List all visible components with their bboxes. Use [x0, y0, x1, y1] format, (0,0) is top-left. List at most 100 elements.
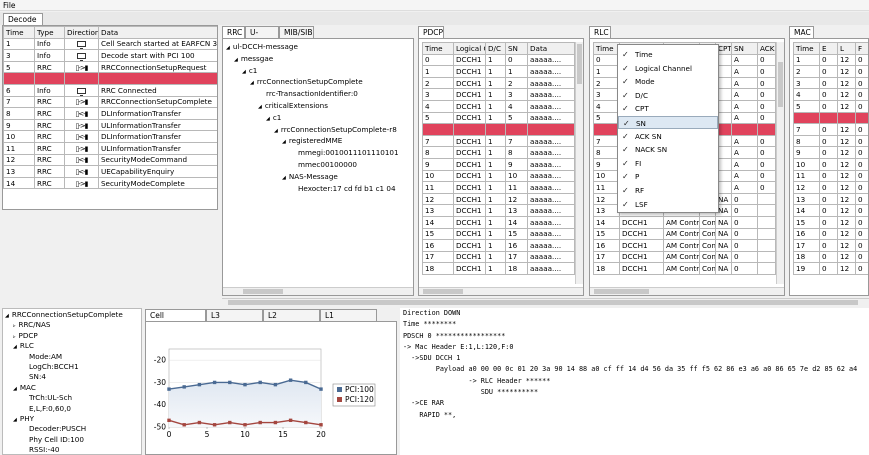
pdcp-row[interactable]: 2 DCCH1 1 2 aaaaa.... [422, 76, 575, 90]
rlc-column-menu-item[interactable]: ✓ P [618, 170, 718, 183]
mac-col-header[interactable]: F [855, 42, 868, 55]
detail-tree-node[interactable]: SN:4 [5, 372, 123, 382]
expand-toggle-icon[interactable]: ◢ [282, 139, 286, 145]
log-col-header[interactable]: Time [3, 26, 35, 39]
expand-toggle-icon[interactable]: ◢ [234, 57, 238, 63]
tab-cell-information[interactable]: Cell Information [145, 309, 206, 329]
rlc-row[interactable]: 17 DCCH1 AM Contr Con NA 0 [593, 250, 776, 264]
main-h-scrollbar[interactable] [222, 298, 869, 306]
log-row[interactable]: 13 RRC ▯<-▮ UECapabilityEnquiry [3, 165, 217, 178]
rlc-row[interactable]: 18 DCCH1 AM Contr Con NA 0 [593, 262, 776, 275]
log-row[interactable]: 3 Info Decode start with PCI 100 [3, 49, 217, 62]
mac-col-header[interactable]: E [819, 42, 838, 55]
rlc-h-scroll-thumb[interactable] [594, 289, 649, 294]
detail-tree-node[interactable]: LogCh:BCCH1 [5, 362, 123, 372]
rlc-col-header[interactable]: ACK [757, 42, 776, 55]
pdcp-row[interactable]: 11 DCCH1 1 11 aaaaa.... [422, 181, 575, 194]
expand-toggle-icon[interactable]: ◢ [266, 116, 270, 122]
expand-toggle-icon[interactable]: ▹ [13, 334, 16, 340]
expand-toggle-icon[interactable]: ◢ [13, 344, 17, 350]
pdcp-row[interactable]: 7 DCCH1 1 7 aaaaa.... [422, 134, 575, 148]
mac-row[interactable]: 14 0 12 0 [793, 204, 868, 217]
rlc-row[interactable]: 14 DCCH1 AM Contr Con NA 0 [593, 215, 776, 229]
pdcp-h-scroll-thumb[interactable] [423, 289, 463, 294]
tab-mib-sib[interactable]: MIB/SIB [279, 26, 314, 38]
mac-row[interactable]: 1 0 12 0 [793, 53, 868, 67]
log-row[interactable]: 1 Info Cell Search started at EARFCN 348 [3, 37, 217, 51]
rrc-tree-node[interactable]: ◢ c1 [226, 112, 399, 124]
pdcp-v-scroll-thumb[interactable] [577, 44, 582, 84]
pdcp-col-header[interactable]: SN [505, 42, 528, 55]
pdcp-row[interactable]: 12 DCCH1 1 12 aaaaa.... [422, 192, 575, 206]
pdcp-row[interactable]: 3 DCCH1 1 3 aaaaa.... [422, 88, 575, 101]
pdcp-row[interactable]: 14 DCCH1 1 14 aaaaa.... [422, 215, 575, 229]
pdcp-row[interactable]: 6 DCCH1 1 6 aaaaa.... [422, 123, 575, 136]
mac-row[interactable]: 2 0 12 0 [793, 65, 868, 78]
detail-tree-node[interactable]: ▹ PDCP [5, 331, 123, 341]
rlc-h-scrollbar[interactable] [590, 287, 784, 295]
log-row[interactable]: 8 RRC ▯<-▮ DLInformationTransfer [3, 107, 217, 120]
rlc-column-menu-item[interactable]: ✓ LSF [618, 198, 718, 211]
pdcp-col-header[interactable]: Logical C [453, 42, 486, 55]
rrc-tree-node[interactable]: ◢ criticalExtensions [226, 100, 399, 112]
detail-tree-node[interactable]: Decoder:PUSCH [5, 424, 123, 434]
rlc-col-header[interactable]: Time [593, 42, 620, 55]
expand-toggle-icon[interactable]: ◢ [5, 313, 9, 319]
expand-toggle-icon[interactable]: ◢ [226, 45, 230, 51]
menu-file[interactable]: File [3, 1, 16, 10]
tab-pdcp[interactable]: PDCP [418, 26, 444, 38]
pdcp-row[interactable]: 17 DCCH1 1 17 aaaaa.... [422, 250, 575, 264]
log-row[interactable]: 5 RRC ▯->▮ RRCConnectionSetupRequest [3, 60, 217, 74]
rrc-h-scrollbar[interactable] [223, 287, 413, 295]
rlc-column-menu-item[interactable]: ✓ ACK SN [618, 130, 718, 143]
expand-toggle-icon[interactable]: ◢ [250, 80, 254, 86]
log-col-header[interactable]: Type [34, 26, 65, 39]
pdcp-row[interactable]: 5 DCCH1 1 5 aaaaa.... [422, 111, 575, 125]
mac-row[interactable]: 16 0 12 0 [793, 227, 868, 241]
mac-row[interactable]: 18 0 12 0 [793, 250, 868, 264]
expand-toggle-icon[interactable]: ◢ [258, 104, 262, 110]
expand-toggle-icon[interactable]: ▹ [13, 323, 16, 329]
rrc-tree-node[interactable]: ◢ c1 [226, 65, 399, 77]
rrc-tree-node[interactable]: ◢ NAS-Message [226, 171, 399, 183]
mac-row[interactable]: 17 0 12 0 [793, 239, 868, 252]
pdcp-row[interactable]: 9 DCCH1 1 9 aaaaa.... [422, 157, 575, 171]
tab-decode[interactable]: Decode [3, 13, 43, 25]
rlc-column-menu-item[interactable]: ✓ SN [618, 116, 718, 130]
expand-toggle-icon[interactable]: ◢ [274, 128, 278, 134]
log-row[interactable]: 9 RRC ▯->▮ ULInformationTransfer [3, 118, 217, 132]
tab-l2-throughput[interactable]: L2 Throughput [263, 309, 320, 329]
pdcp-v-scrollbar[interactable] [575, 42, 583, 284]
mac-row[interactable]: 11 0 12 0 [793, 169, 868, 183]
mac-col-header[interactable]: Time [793, 42, 820, 55]
detail-tree-node[interactable]: ◢ RLC [5, 341, 123, 351]
mac-row[interactable]: 12 0 12 0 [793, 181, 868, 194]
mac-row[interactable]: 15 0 12 0 [793, 215, 868, 229]
log-row[interactable]: 11 RRC ▯->▮ ULInformationTransfer [3, 141, 217, 155]
rlc-v-scroll-thumb[interactable] [778, 62, 783, 107]
pdcp-row[interactable]: 18 DCCH1 1 18 aaaaa.... [422, 262, 575, 275]
mac-row[interactable]: 8 0 12 0 [793, 134, 868, 148]
rrc-h-scroll-thumb[interactable] [243, 289, 283, 294]
log-col-header[interactable]: Direction [64, 26, 99, 39]
mac-row[interactable]: 4 0 12 0 [793, 88, 868, 101]
mac-row[interactable]: 5 0 12 0 [793, 99, 868, 113]
log-row[interactable]: 10 RRC ▯<-▮ DLInformationTransfer [3, 130, 217, 143]
rrc-tree-node[interactable]: rrc-TransactionIdentifier:0 [226, 88, 399, 100]
tab-l1-throughput[interactable]: L1 Throughput [320, 309, 377, 329]
expand-toggle-icon[interactable]: ◢ [282, 175, 286, 181]
detail-tree-node[interactable]: ◢ PHY [5, 414, 123, 424]
expand-toggle-icon[interactable]: ◢ [242, 69, 246, 75]
rlc-column-menu-item[interactable]: ✓ FI [618, 157, 718, 170]
detail-tree-node[interactable]: E,L,F:0,60,0 [5, 404, 123, 414]
detail-tree-node[interactable]: RSSI:-40 [5, 445, 123, 454]
mac-row[interactable]: 3 0 12 0 [793, 76, 868, 90]
mac-col-header[interactable]: L [837, 42, 856, 55]
tab-rlc[interactable]: RLC [589, 26, 611, 38]
rrc-tree-node[interactable]: Hexocter:17 cd fd b1 c1 04 [226, 183, 399, 195]
tab-mac[interactable]: MAC [789, 26, 814, 38]
pdcp-row[interactable]: 8 DCCH1 1 8 aaaaa.... [422, 146, 575, 159]
rrc-tree-node[interactable]: ◢ rrcConnectionSetupComplete [226, 76, 399, 88]
mac-row[interactable]: 6 0 12 0 [793, 111, 868, 125]
rlc-col-header[interactable]: SN [731, 42, 758, 55]
